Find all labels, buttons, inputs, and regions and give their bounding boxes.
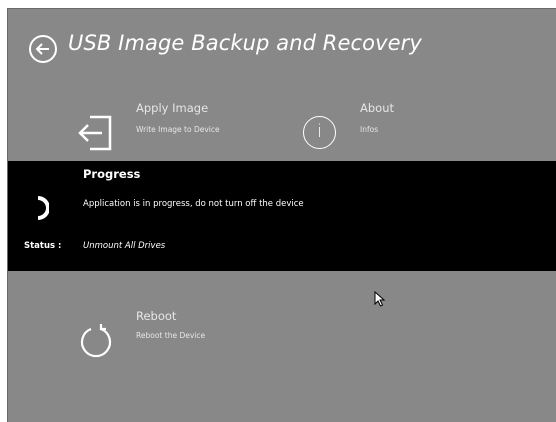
about-tile[interactable]: i About Infos (298, 99, 458, 159)
status-value: Unmount All Drives (83, 241, 166, 251)
reboot-tile[interactable]: Reboot Reboot the Device (68, 307, 268, 367)
about-title: About (360, 101, 395, 115)
progress-title: Progress (83, 167, 141, 181)
apply-image-tile[interactable]: Apply Image Write Image to Device (68, 99, 268, 159)
mouse-cursor-icon (374, 291, 386, 307)
apply-image-icon (78, 115, 112, 151)
back-button[interactable] (29, 35, 57, 63)
progress-dialog: Progress Application is in progress, do … (8, 161, 556, 271)
reboot-title: Reboot (136, 309, 177, 323)
apply-image-description: Write Image to Device (136, 125, 220, 134)
spinner-icon (37, 196, 49, 220)
app-window: USB Image Backup and Recovery Apply Imag… (7, 8, 556, 422)
about-description: Infos (360, 125, 379, 134)
info-icon: i (303, 116, 336, 149)
apply-image-title: Apply Image (136, 101, 209, 115)
page-title: USB Image Backup and Recovery (68, 31, 422, 55)
progress-message: Application is in progress, do not turn … (83, 199, 304, 209)
status-label: Status : (24, 241, 62, 251)
reboot-icon (80, 324, 112, 358)
reboot-description: Reboot the Device (136, 331, 206, 340)
back-arrow-icon (35, 43, 49, 55)
